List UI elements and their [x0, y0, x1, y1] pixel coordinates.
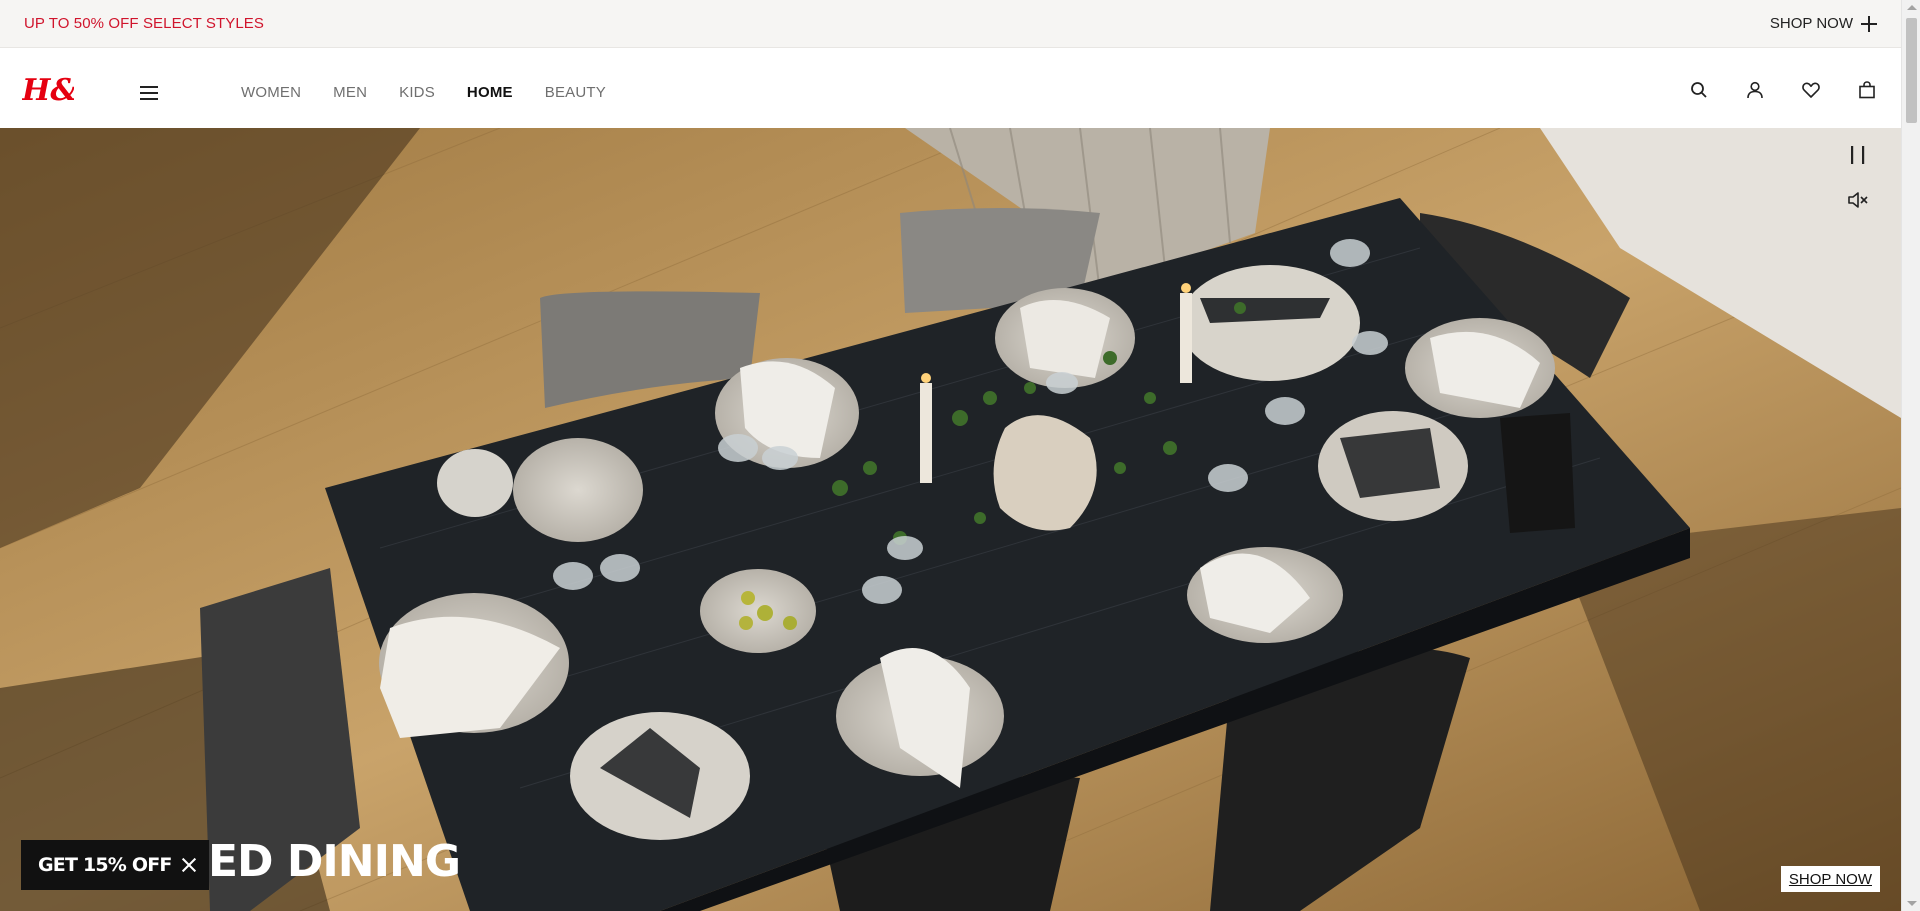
hm-logo[interactable]: H&M	[22, 70, 74, 108]
account-icon[interactable]	[1745, 80, 1765, 100]
search-icon[interactable]	[1689, 80, 1709, 100]
nav-item-home[interactable]: HOME	[467, 84, 513, 101]
promo-text[interactable]: UP TO 50% OFF SELECT STYLES	[24, 15, 264, 32]
promo-shop-now-button[interactable]: SHOP NOW	[1770, 15, 1877, 32]
pause-icon[interactable]	[1847, 144, 1869, 166]
nav-item-women[interactable]: WOMEN	[241, 84, 301, 101]
hero-title: ED DINING	[208, 836, 461, 887]
nav-item-beauty[interactable]: BEAUTY	[545, 84, 606, 101]
mute-icon[interactable]	[1847, 189, 1869, 211]
hamburger-icon[interactable]	[140, 86, 158, 100]
hero-banner[interactable]: ED DINING	[0, 128, 1901, 911]
promo-shop-now-label: SHOP NOW	[1769, 15, 1853, 32]
svg-text:H&M: H&M	[22, 73, 74, 108]
site-header: H&M WOMEN MEN KIDS HOME BEAUTY	[0, 48, 1901, 128]
header-actions	[1689, 80, 1877, 100]
nav-item-men[interactable]: MEN	[333, 84, 367, 101]
promo-bar: UP TO 50% OFF SELECT STYLES SHOP NOW	[0, 0, 1901, 48]
hero-image	[0, 128, 1901, 911]
bag-icon[interactable]	[1857, 80, 1877, 100]
scroll-up-arrow-icon[interactable]	[1907, 5, 1917, 10]
plus-icon	[1861, 15, 1877, 32]
discount-label[interactable]: GET 15% OFF	[38, 854, 172, 876]
page-scrollbar[interactable]	[1901, 0, 1920, 911]
discount-badge: GET 15% OFF	[21, 840, 209, 890]
main-nav: WOMEN MEN KIDS HOME BEAUTY	[241, 84, 638, 101]
scroll-thumb[interactable]	[1906, 18, 1917, 123]
hero-shop-now-button[interactable]: SHOP NOW	[1780, 866, 1880, 892]
heart-icon[interactable]	[1801, 80, 1821, 100]
scroll-down-arrow-icon[interactable]	[1907, 901, 1917, 906]
close-icon[interactable]	[181, 857, 197, 873]
nav-item-kids[interactable]: KIDS	[399, 84, 435, 101]
